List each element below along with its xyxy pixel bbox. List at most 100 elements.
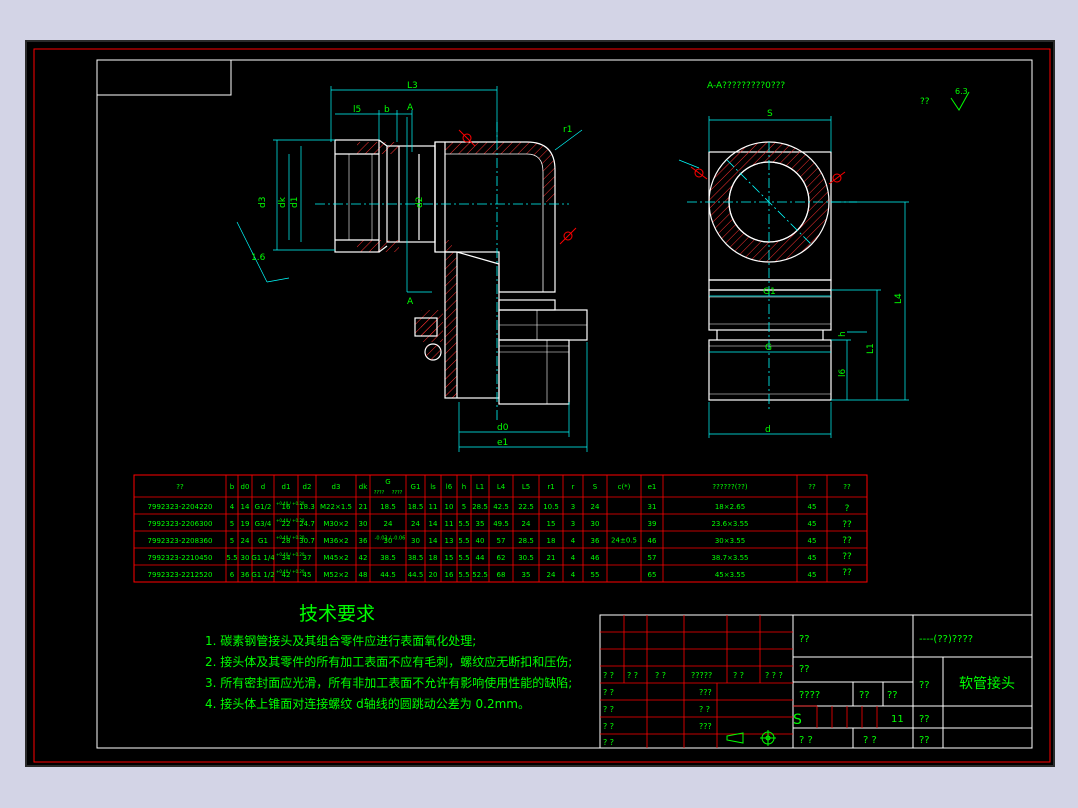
dim-d1: d1 [290,197,300,208]
remark-line: ?? [842,568,852,578]
table-cell: 24 [411,520,420,528]
table-cell: 28.5 [518,537,534,545]
table-cell: 35 [522,571,531,579]
table-header-cell: h [462,483,466,491]
table-cell: 46 [591,554,600,562]
remark-line: ? [845,504,850,514]
table-cell: 45×3.55 [715,571,745,579]
tb-revision-row: ? ? ? ? ? ? ????? ? ? ? ? ? [603,671,783,680]
table-subheader-cell: ???? [392,490,403,496]
roughness-note: ?? [920,97,930,107]
table-cell: 44 [476,554,485,562]
table-cell: G1 1/4 [251,554,275,562]
table-cell: M45×2 [323,554,348,562]
cad-drawing: L3 l5 b A A r1 d3 dk d1 d2 d0 e1 1.6 S G… [33,48,1051,763]
tb-cell-q2: ?? [799,664,810,675]
table-cell: 57 [648,554,657,562]
table-cell: 15 [547,520,556,528]
table-cell: 40 [476,537,485,545]
tb-left-4: ? ? [603,722,614,731]
table-cell: 22.5 [518,503,534,511]
tb-cell-q5: ?? [887,690,898,701]
table-cell: 5 [230,537,234,545]
dim-chamfer: 1.6 [251,253,266,263]
tb-s-mark: S [793,712,802,728]
tb-cell-q8: ? ? [863,735,877,746]
side-view [708,141,832,401]
table-header-cell: ls [430,483,436,491]
table-header-cell: S [593,483,598,491]
tech-item-1: 1. 碳素钢管接头及其组合零件应进行表面氧化处理; [205,633,476,648]
roughness-value: 6.3 [955,87,968,96]
tb-cell-q6: ?? [919,714,930,725]
table-cell: 42.5 [493,503,509,511]
remark-line: ?? [842,536,852,546]
table-header-cell: c(*) [618,483,631,491]
table-cell: 46 [648,537,657,545]
table-cell: 30 [411,537,420,545]
table-cell: 10 [445,503,454,511]
table-cell: G1 [258,537,268,545]
table-cell: 45 [808,571,817,579]
table-header-cell: d0 [241,483,250,491]
d1-tolerance: +0.40 / +0.20 [276,501,305,506]
dim-d2: d2 [415,197,425,208]
table-cell: 4 [230,503,235,511]
table-header-cell: G [385,478,390,486]
table-cell: 45 [808,554,817,562]
table-cell: 38.7×3.55 [711,554,748,562]
tb-cell-q7: ? ? [799,735,813,746]
table-cell: 5.5 [226,554,237,562]
table-header-cell: r [572,483,575,491]
table-header-cell: d [261,483,265,491]
remark-line: ?? [842,520,852,530]
tb-left-cells: ? ? ? ? ??? ? ? ? ? ??? ? ? [603,688,712,747]
table-cell: 21 [547,554,556,562]
tb-scale-label: ???? [799,690,820,701]
table-cell: M22×1.5 [320,503,352,511]
dim-b: b [384,105,390,115]
table-cell: 49.5 [493,520,509,528]
table-cell: G1 1/2 [251,571,274,579]
table-cell: 3 [571,520,575,528]
table-header-cell: L1 [476,483,484,491]
table-cell: 10.5 [543,503,559,511]
dim-h: h [838,331,848,337]
table-cell: 45 [808,537,817,545]
parameter-table: ?? b d0 d d1 d2 d3 dk G G1 ls l6 h L1 L4 L5 r1 r Sc(*) e1??… [133,474,868,583]
table-cell: 3 [571,503,575,511]
d1-tolerance: +0.40 / +0.20 [276,552,305,557]
drawing-sheet: L3 l5 b A A r1 d3 dk d1 d2 d0 e1 1.6 S G… [25,40,1055,767]
table-header-cell: G1 [411,483,421,491]
tech-item-2: 2. 接头体及其零件的所有加工表面不应有毛刺，螺纹应无断扣和压伤; [205,654,572,669]
table-subheader-cell: ???? [374,490,385,496]
table-cell: 6 [230,571,235,579]
tb-left-7: ? ? [699,705,710,714]
table-cell: 28.5 [472,503,488,511]
table-cell: 18.5 [380,503,396,511]
tb-left-3: ??? [699,688,712,697]
table-cell: 30×3.55 [715,537,745,545]
table-cell: 44.5 [380,571,396,579]
table-cell: 24 [384,520,393,528]
dim-G: G [765,343,772,353]
table-header-cell: e1 [648,483,657,491]
table-cell: 14 [429,520,438,528]
table-cell: 7992323-2210450 [148,554,213,562]
tb-left-6: ??? [699,722,712,731]
table-cell: 11 [445,520,454,528]
table-cell: 38.5 [380,554,396,562]
table-cell: 5 [230,520,234,528]
table-cell: 5.5 [458,537,469,545]
table-cell: 42 [359,554,368,562]
table-cell: 55 [591,571,600,579]
table-cell: 48 [359,571,368,579]
dim-S: S [767,109,773,119]
table-cell: G1/2 [255,503,272,511]
table-cell: 36 [591,537,600,545]
table-cell: 65 [648,571,657,579]
table-header-cell: b [230,483,235,491]
tb-left-5: ? ? [603,738,614,747]
table-header-cell: r1 [547,483,554,491]
table-cell: M52×2 [323,571,348,579]
